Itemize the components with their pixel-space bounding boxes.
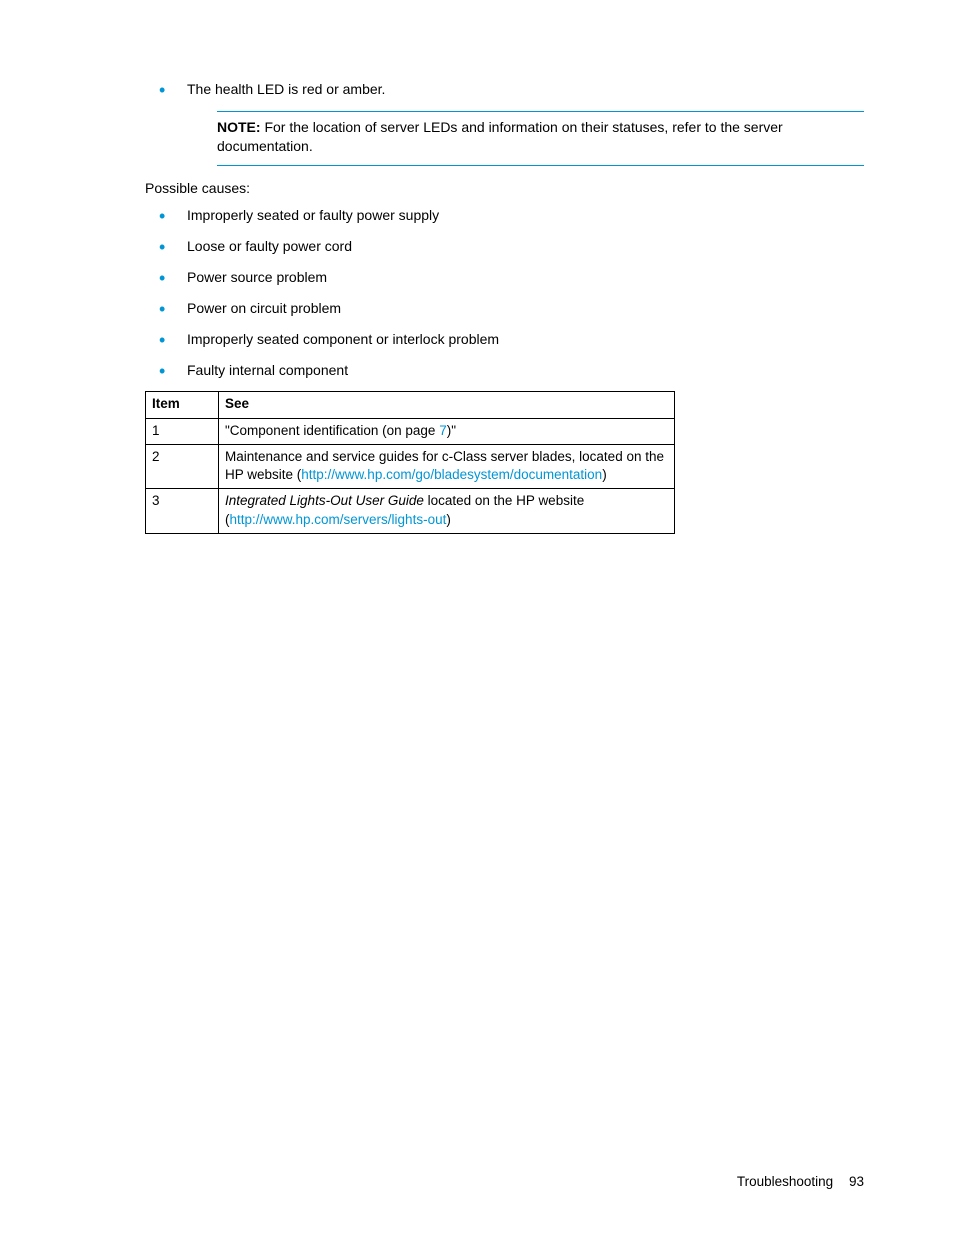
table-cell-item: 1 [146,418,219,444]
cell-italic-text: Integrated Lights-Out User Guide [225,493,424,508]
reference-table: Item See 1 "Component identification (on… [145,391,675,533]
table-cell-item: 2 [146,444,219,488]
table-header-item: Item [146,392,219,418]
list-item: Power on circuit problem [145,299,864,318]
causes-heading: Possible causes: [145,180,864,196]
url-link[interactable]: http://www.hp.com/go/bladesystem/documen… [301,467,602,482]
table-row: 2 Maintenance and service guides for c-C… [146,444,675,488]
note-label: NOTE: [217,119,261,135]
page-footer: Troubleshooting 93 [737,1174,864,1189]
table-cell-item: 3 [146,489,219,533]
table-cell-see: "Component identification (on page 7)" [219,418,675,444]
footer-section: Troubleshooting [737,1174,833,1189]
list-item: Power source problem [145,268,864,287]
list-item: The health LED is red or amber. [145,80,864,99]
causes-list: Improperly seated or faulty power supply… [145,206,864,379]
document-page: The health LED is red or amber. NOTE: Fo… [0,0,954,534]
cell-text: "Component identification (on page [225,423,439,438]
cell-text: )" [447,423,456,438]
table-header-row: Item See [146,392,675,418]
note-box: NOTE: For the location of server LEDs an… [217,111,864,166]
top-bullet-list: The health LED is red or amber. [145,80,864,99]
table-header-see: See [219,392,675,418]
list-item: Faulty internal component [145,361,864,380]
list-item: Loose or faulty power cord [145,237,864,256]
cell-text: ) [446,512,451,527]
list-item: Improperly seated component or interlock… [145,330,864,349]
url-link[interactable]: http://www.hp.com/servers/lights-out [230,512,447,527]
page-link[interactable]: 7 [439,423,447,438]
table-row: 3 Integrated Lights-Out User Guide locat… [146,489,675,533]
cell-text: ) [602,467,607,482]
table-row: 1 "Component identification (on page 7)" [146,418,675,444]
table-cell-see: Maintenance and service guides for c-Cla… [219,444,675,488]
table-cell-see: Integrated Lights-Out User Guide located… [219,489,675,533]
note-text: For the location of server LEDs and info… [217,119,783,155]
footer-page-number: 93 [849,1174,864,1189]
list-item: Improperly seated or faulty power supply [145,206,864,225]
